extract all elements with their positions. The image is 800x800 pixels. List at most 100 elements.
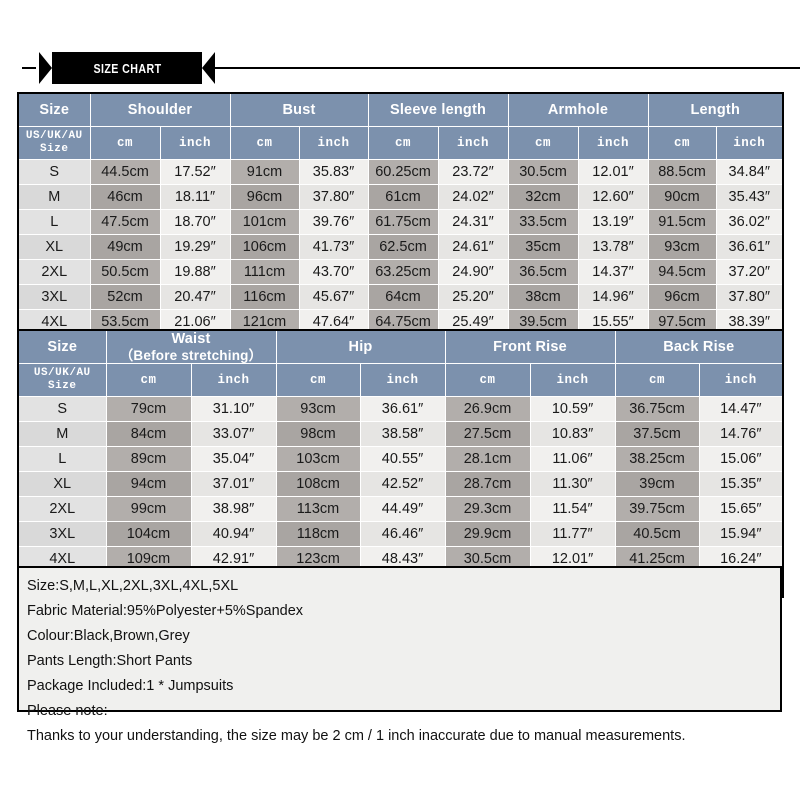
measurement-cell: 11.54″: [529, 496, 616, 522]
measurement-cell: 10.59″: [529, 396, 616, 422]
table2-front-rise-inch: inch: [529, 363, 616, 397]
info-line: Thanks to your understanding, the size m…: [27, 728, 686, 744]
measurement-cell: 96cm: [229, 184, 300, 210]
measurement-cell: 40.55″: [359, 446, 446, 472]
measurement-cell: 38cm: [507, 284, 579, 310]
measurement-cell: 38.25cm: [614, 446, 700, 472]
table2-group-front-rise: Front Rise: [444, 329, 616, 364]
table-row: M 46cm 18.11″ 96cm 37.80″ 61cm 24.02″ 32cm 12.60…: [17, 184, 784, 210]
measurement-cell: 118cm: [275, 521, 361, 547]
measurement-cell: 15.35″: [698, 471, 784, 497]
measurement-cell: 44.5cm: [89, 159, 161, 185]
measurement-cell: 108cm: [275, 471, 361, 497]
size-table-upper-body: Size Shoulder Bust Sleeve length Armhole…: [17, 92, 784, 361]
banner-rule-decoration: [215, 67, 800, 69]
measurement-cell: 36.61″: [715, 234, 784, 260]
table1-group-shoulder: Shoulder: [89, 92, 231, 127]
measurement-cell: 36.75cm: [614, 396, 700, 422]
measurement-cell: 60.25cm: [367, 159, 439, 185]
table1-group-bust: Bust: [229, 92, 369, 127]
measurement-cell: 39.76″: [298, 209, 369, 235]
measurement-cell: 45.67″: [298, 284, 369, 310]
measurement-cell: 36.02″: [715, 209, 784, 235]
measurement-cell: 61.75cm: [367, 209, 439, 235]
measurement-cell: 90cm: [647, 184, 717, 210]
measurement-cell: 19.29″: [159, 234, 231, 260]
measurement-cell: 34.84″: [715, 159, 784, 185]
table1-size-sublabel: US/UK/AU Size: [17, 126, 91, 160]
measurement-cell: 33.5cm: [507, 209, 579, 235]
measurement-cell: 35cm: [507, 234, 579, 260]
measurement-cell: 24.90″: [437, 259, 509, 285]
measurement-cell: 44.49″: [359, 496, 446, 522]
info-line: Package Included:1 * Jumpsuits: [27, 678, 234, 694]
table-row: 2XL 99cm 38.98″ 113cm 44.49″ 29.3cm 11.54″ 39.7…: [17, 496, 784, 522]
table1-group-length: Length: [647, 92, 784, 127]
banner-right-arrow-icon: [202, 52, 215, 84]
table1-size-sublabel-line1: US/UK/AU: [25, 130, 83, 143]
measurement-cell: 15.65″: [698, 496, 784, 522]
measurement-cell: 104cm: [105, 521, 192, 547]
info-line: Colour:Black,Brown,Grey: [27, 628, 190, 644]
size-label-cell: 3XL: [17, 284, 91, 310]
measurement-cell: 94cm: [105, 471, 192, 497]
measurement-cell: 43.70″: [298, 259, 369, 285]
table1-shoulder-inch: inch: [159, 126, 231, 160]
table1-group-armhole: Armhole: [507, 92, 649, 127]
measurement-cell: 14.96″: [577, 284, 649, 310]
size-label-cell: 3XL: [17, 521, 107, 547]
table2-front-rise-cm: cm: [444, 363, 531, 397]
table1-shoulder-cm: cm: [89, 126, 161, 160]
table2-back-rise-inch: inch: [698, 363, 784, 397]
banner-dash-decoration: [22, 67, 36, 69]
measurement-cell: 79cm: [105, 396, 192, 422]
size-label-cell: XL: [17, 471, 107, 497]
banner-left-arrow-icon: [39, 52, 52, 84]
table-row: S 44.5cm 17.52″ 91cm 35.83″ 60.25cm 23.72″ 30.5…: [17, 159, 784, 185]
measurement-cell: 61cm: [367, 184, 439, 210]
size-chart-banner: SIZE CHART: [0, 47, 800, 89]
table-row: S 79cm 31.10″ 93cm 36.61″ 26.9cm 10.59″ 36.75cm…: [17, 396, 784, 422]
table2-waist-inch: inch: [190, 363, 277, 397]
info-line: Please note:: [27, 703, 108, 719]
measurement-cell: 18.11″: [159, 184, 231, 210]
table-row: L 47.5cm 18.70″ 101cm 39.76″ 61.75cm 24.31″ 33.…: [17, 209, 784, 235]
size-label-cell: S: [17, 159, 91, 185]
info-line: Fabric Material:95%Polyester+5%Spandex: [27, 603, 304, 619]
measurement-cell: 24.02″: [437, 184, 509, 210]
measurement-cell: 31.10″: [190, 396, 277, 422]
measurement-cell: 37.20″: [715, 259, 784, 285]
measurement-cell: 18.70″: [159, 209, 231, 235]
measurement-cell: 94.5cm: [647, 259, 717, 285]
measurement-cell: 12.60″: [577, 184, 649, 210]
measurement-cell: 29.3cm: [444, 496, 531, 522]
measurement-cell: 111cm: [229, 259, 300, 285]
table2-group-waist: Waist （Before stretching）: [105, 329, 277, 364]
table1-group-sleeve-length: Sleeve length: [367, 92, 509, 127]
measurement-cell: 39cm: [614, 471, 700, 497]
measurement-cell: 113cm: [275, 496, 361, 522]
measurement-cell: 37.80″: [298, 184, 369, 210]
measurement-cell: 12.01″: [577, 159, 649, 185]
info-line: Pants Length:Short Pants: [27, 653, 193, 669]
table-row: L 89cm 35.04″ 103cm 40.55″ 28.1cm 11.06″ 38.25c…: [17, 446, 784, 472]
measurement-cell: 89cm: [105, 446, 192, 472]
table2-waist-cm: cm: [105, 363, 192, 397]
measurement-cell: 91.5cm: [647, 209, 717, 235]
measurement-cell: 14.47″: [698, 396, 784, 422]
measurement-cell: 47.5cm: [89, 209, 161, 235]
measurement-cell: 19.88″: [159, 259, 231, 285]
table2-size-sublabel-line1: US/UK/AU: [33, 367, 91, 380]
measurement-cell: 15.94″: [698, 521, 784, 547]
table1-group-header-row: Size Shoulder Bust Sleeve length Armhole…: [17, 92, 784, 127]
measurement-cell: 40.94″: [190, 521, 277, 547]
measurement-cell: 28.1cm: [444, 446, 531, 472]
measurement-cell: 35.83″: [298, 159, 369, 185]
table-row: M 84cm 33.07″ 98cm 38.58″ 27.5cm 10.83″ 37.5cm 1…: [17, 421, 784, 447]
measurement-cell: 24.31″: [437, 209, 509, 235]
measurement-cell: 103cm: [275, 446, 361, 472]
measurement-cell: 91cm: [229, 159, 300, 185]
size-label-cell: XL: [17, 234, 91, 260]
size-label-cell: L: [17, 209, 91, 235]
table2-size-sublabel-line2: Size: [48, 380, 77, 392]
